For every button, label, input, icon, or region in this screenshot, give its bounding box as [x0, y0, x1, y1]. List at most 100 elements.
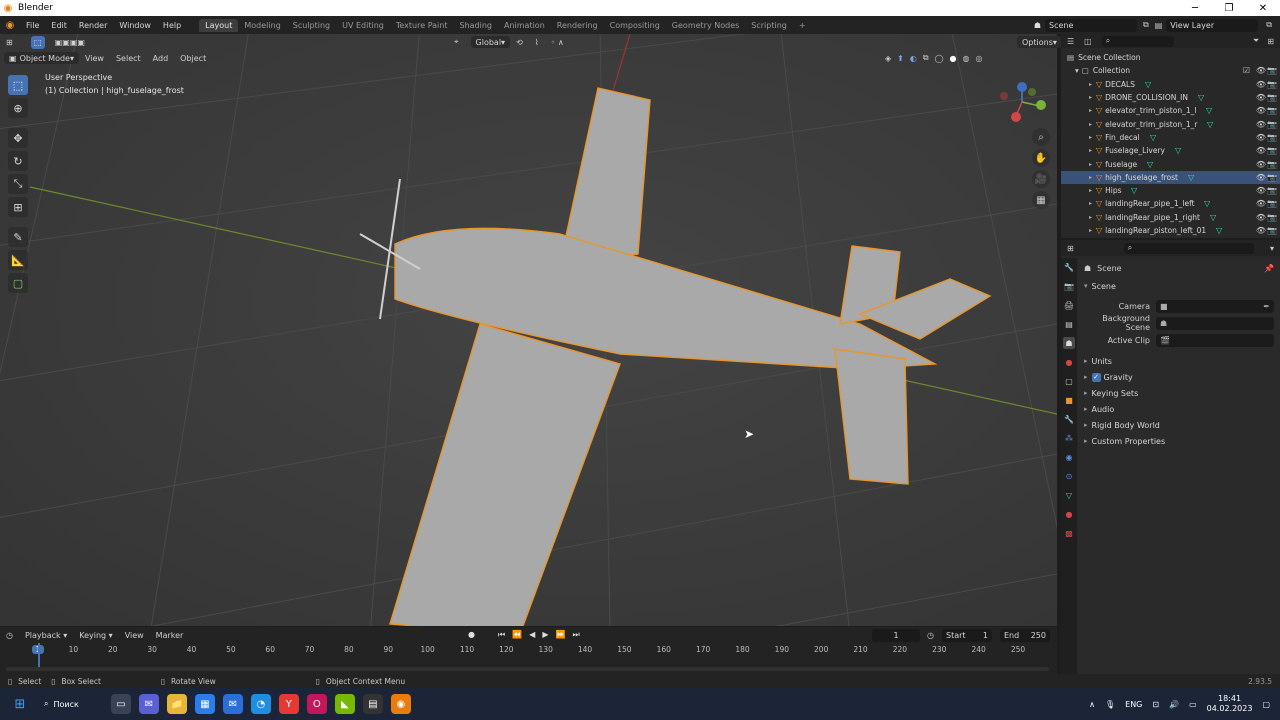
tab-shading[interactable]: Shading	[453, 19, 498, 32]
tab-animation[interactable]: Animation	[498, 19, 551, 32]
volume-icon[interactable]: 🔊	[1169, 700, 1179, 709]
eye-icon[interactable]: 👁	[1256, 199, 1266, 208]
new-collection-icon[interactable]: ⊞	[1267, 37, 1274, 46]
blender-taskbar-icon[interactable]: ◉	[390, 694, 411, 714]
expand-icon[interactable]: ▸	[1089, 121, 1092, 128]
eye-icon[interactable]: 👁	[1256, 146, 1266, 155]
battery-icon[interactable]: ▭	[1189, 700, 1197, 709]
options-dropdown[interactable]: Options ▾	[1017, 36, 1062, 48]
units-panel[interactable]: ▸ Units	[1078, 353, 1280, 369]
perspective-grid-icon[interactable]: ▦	[1032, 191, 1050, 209]
store-icon[interactable]: ▦	[194, 694, 215, 714]
render-icon[interactable]: 📷	[1267, 106, 1277, 115]
overlay-icon[interactable]: ◐	[910, 54, 917, 63]
expand-icon[interactable]: ▸	[1089, 174, 1092, 181]
end-frame-field[interactable]: End 250	[1000, 628, 1050, 642]
axis-gizmo-icon[interactable]	[996, 80, 1048, 124]
mode-dropdown[interactable]: ▣ Object Mode ▾	[4, 52, 79, 64]
rigid-body-world-panel[interactable]: ▸ Rigid Body World	[1078, 417, 1280, 433]
outliner-item[interactable]: ▸ ▽ high_fuselage_frost 👁 📷 ▽	[1061, 170, 1280, 184]
play-reverse-icon[interactable]: ◀	[529, 630, 535, 640]
next-keyframe-icon[interactable]: ⏩	[555, 630, 565, 640]
pivot-icon[interactable]: ⟲	[510, 38, 529, 47]
world-tab-icon[interactable]: ●	[1063, 356, 1075, 368]
add-cube-tool-icon[interactable]: ▢	[8, 273, 28, 293]
render-icon[interactable]: 📷	[1267, 160, 1277, 169]
proportional-icon[interactable]: ◦ ∧	[545, 38, 570, 47]
visibility-icon[interactable]: ◈	[885, 54, 891, 63]
viewport-menu-object[interactable]: Object	[174, 54, 212, 63]
select-mode-icons[interactable]: ▣▣▣▣	[45, 38, 91, 47]
select-tool-icon[interactable]: ⬚	[30, 35, 45, 49]
particles-tab-icon[interactable]: ⁂	[1063, 432, 1075, 444]
viewport-menu-view[interactable]: View	[79, 54, 110, 63]
notifications-icon[interactable]: ▢	[1262, 700, 1270, 709]
eye-icon[interactable]: 👁	[1256, 160, 1266, 169]
microphone-icon[interactable]: 🎙	[1105, 700, 1115, 709]
camera-field[interactable]: ■ ✒	[1156, 299, 1274, 313]
active-clip-field[interactable]: 🎬	[1156, 333, 1274, 347]
render-icon[interactable]: 📷	[1267, 133, 1277, 142]
jump-start-icon[interactable]: ⏮	[498, 630, 505, 640]
current-frame-field[interactable]: 1	[872, 628, 920, 642]
playhead[interactable]	[38, 643, 40, 669]
measure-tool-icon[interactable]: 📐	[8, 250, 28, 270]
jump-end-icon[interactable]: ⏭	[572, 630, 579, 640]
tab-scripting[interactable]: Scripting	[745, 19, 793, 32]
gravity-checkbox[interactable]: ✓	[1091, 372, 1101, 382]
menu-edit[interactable]: Edit	[45, 21, 73, 30]
tab-rendering[interactable]: Rendering	[551, 19, 604, 32]
mail-icon[interactable]: ✉	[222, 694, 243, 714]
eye-icon[interactable]: 👁	[1256, 186, 1266, 195]
properties-search-input[interactable]: ⌕	[1123, 242, 1254, 254]
render-icon[interactable]: 📷	[1267, 80, 1277, 89]
outliner-item[interactable]: ▸ ▽ Hips 👁 📷 ▽	[1061, 184, 1280, 197]
record-icon[interactable]: ●	[468, 630, 475, 640]
timeline-ruler[interactable]: 1102030405060708090100110120130140150160…	[0, 643, 1057, 657]
eye-icon[interactable]: 👁	[1256, 93, 1266, 102]
add-workspace-button[interactable]: +	[793, 19, 812, 32]
render-icon[interactable]: 📷	[1267, 146, 1277, 155]
outliner-item[interactable]: ▸ ▽ landingRear_pipe_1_left 👁 📷 ▽	[1061, 197, 1280, 210]
windows-start-icon[interactable]: ⊞	[10, 694, 30, 714]
tool-tab-icon[interactable]: 🔧	[1063, 261, 1075, 273]
opera-browser-icon[interactable]: O	[306, 694, 327, 714]
teams-chat-icon[interactable]: ✉	[138, 694, 159, 714]
prev-keyframe-icon[interactable]: ⏪	[512, 630, 522, 640]
filter-icon[interactable]: ⏷	[1253, 36, 1259, 46]
expand-icon[interactable]: ▸	[1089, 187, 1092, 194]
terminal-icon[interactable]: ▤	[362, 694, 383, 714]
render-tab-icon[interactable]: 📷	[1063, 280, 1075, 292]
file-explorer-icon[interactable]: 📁	[166, 694, 187, 714]
render-icon[interactable]: 📷	[1267, 93, 1277, 102]
scene-field[interactable]: Scene	[1045, 18, 1137, 32]
timeline-menu-playback[interactable]: Playback ▾	[19, 631, 73, 640]
expand-icon[interactable]: ▸	[1089, 94, 1092, 101]
orientation-dropdown[interactable]: Global ▾	[470, 36, 511, 48]
eye-icon[interactable]: 👁	[1256, 66, 1266, 75]
exclude-checkbox[interactable]: ☑	[1243, 66, 1250, 75]
outliner-item[interactable]: ▸ ▽ elevator_trim_piston_1_l 👁 📷 ▽	[1061, 104, 1280, 117]
start-frame-field[interactable]: Start 1	[942, 628, 992, 642]
copy-layer-icon[interactable]: ⧉	[1266, 20, 1272, 30]
gravity-panel[interactable]: ▸ ✓ Gravity	[1078, 369, 1280, 385]
expand-icon[interactable]: ▾	[1075, 66, 1079, 75]
render-icon[interactable]: 📷	[1267, 120, 1277, 129]
transform-tool-icon[interactable]: ⊞	[8, 197, 28, 217]
cursor-tool-icon[interactable]: ⊕	[8, 98, 28, 118]
navigation-gizmo[interactable]	[996, 80, 1048, 124]
background-scene-field[interactable]: ☗	[1156, 316, 1274, 330]
language-indicator[interactable]: ENG	[1125, 700, 1142, 709]
eye-icon[interactable]: 👁	[1256, 80, 1266, 89]
collection-tab-icon[interactable]: ▢	[1063, 375, 1075, 387]
custom-properties-panel[interactable]: ▸ Custom Properties	[1078, 433, 1280, 449]
menu-help[interactable]: Help	[157, 21, 187, 30]
timeline-menu-view[interactable]: View	[119, 631, 150, 640]
render-icon[interactable]: 📷	[1267, 173, 1277, 182]
outliner-collection[interactable]: ▾ ▢ Collection ☑ 👁 📷	[1061, 64, 1280, 77]
outliner-item[interactable]: ▸ ▽ landingRear_pipe_1_right 👁 📷 ▽	[1061, 211, 1280, 224]
outliner-scene-collection[interactable]: ▤ Scene Collection	[1061, 51, 1280, 64]
outliner-item[interactable]: ▸ ▽ DRONE_COLLISION_IN 👁 📷 ▽	[1061, 91, 1280, 104]
scene-panel-header[interactable]: ▾ Scene	[1078, 278, 1280, 294]
timeline-editor-icon[interactable]: ◷	[0, 631, 19, 640]
